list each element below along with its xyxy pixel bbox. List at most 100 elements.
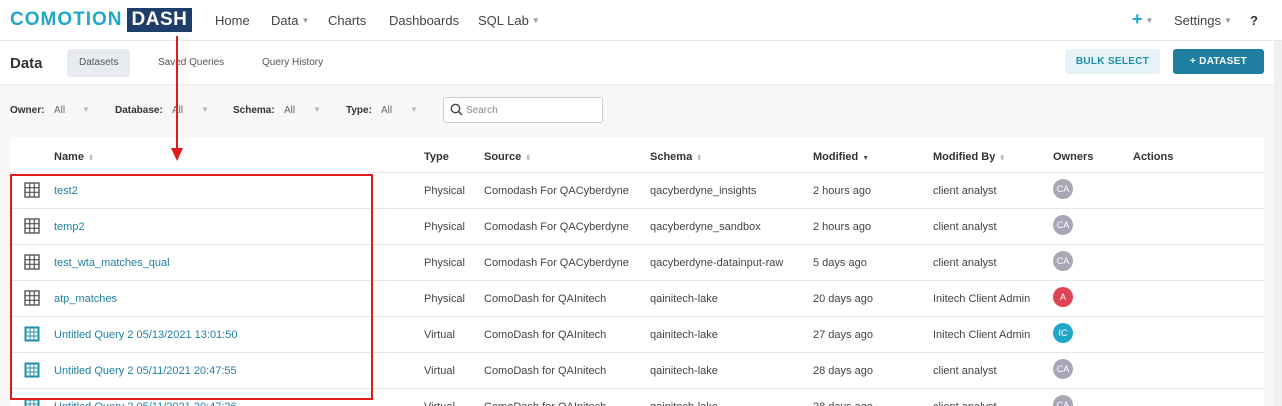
dataset-type: Virtual <box>424 401 455 406</box>
nav-sql-lab-label: SQL Lab <box>478 13 529 28</box>
nav-sql-lab[interactable]: SQL Lab ▼ <box>478 13 540 28</box>
dataset-modified: 2 hours ago <box>813 221 872 233</box>
table-header: Name ⬍ Type Source ⬍ Schema ⬍ Modified ▼ Mod… <box>10 137 1264 173</box>
dataset-modified-by: Initech Client Admin <box>933 329 1031 341</box>
bulk-select-button[interactable]: BULK SELECT <box>1065 49 1160 74</box>
nav-charts-label: Charts <box>328 13 367 28</box>
sort-icon: ⬍ <box>525 155 532 162</box>
column-header-label: Schema <box>650 151 693 163</box>
schema-filter-select[interactable]: All <box>284 105 295 116</box>
sort-icon: ⬍ <box>999 155 1006 162</box>
database-filter-label: Database: <box>115 105 163 116</box>
dataset-schema: qacyberdyne_sandbox <box>650 221 761 233</box>
tab-saved-queries[interactable]: Saved Queries <box>146 49 236 77</box>
owner-avatar[interactable]: CA <box>1053 359 1073 379</box>
dataset-name-link[interactable]: Untitled Query 2 05/11/2021 20:47:26 <box>54 401 237 406</box>
dataset-schema: qainitech-lake <box>650 329 718 341</box>
dataset-modified-by: Initech Client Admin <box>933 293 1031 305</box>
column-header-source[interactable]: Source ⬍ <box>484 151 531 163</box>
sub-header: Data Datasets Saved Queries Query Histor… <box>0 41 1282 85</box>
nav-dashboards[interactable]: Dashboards <box>389 13 459 28</box>
dataset-modified-by: client analyst <box>933 401 997 406</box>
dataset-source: ComoDash for QAInitech <box>484 293 607 305</box>
column-header-label: Source <box>484 151 522 163</box>
dataset-source: Comodash For QACyberdyne <box>484 257 629 269</box>
tab-datasets[interactable]: Datasets <box>67 49 131 77</box>
column-header-actions: Actions <box>1133 151 1174 163</box>
schema-filter-label: Schema: <box>233 105 275 116</box>
sort-icon: ⬍ <box>87 155 94 162</box>
owner-avatar[interactable]: CA <box>1053 179 1073 199</box>
dataset-modified: 28 days ago <box>813 365 873 377</box>
dataset-type: Physical <box>424 185 465 197</box>
new-menu-button[interactable]: + ▼ <box>1132 9 1153 30</box>
dataset-type: Physical <box>424 257 465 269</box>
owner-avatar[interactable]: IC <box>1053 323 1073 343</box>
dataset-source: Comodash For QACyberdyne <box>484 221 629 233</box>
dataset-source: Comodash For QACyberdyne <box>484 185 629 197</box>
chevron-down-icon: ▼ <box>301 16 310 25</box>
dataset-modified: 20 days ago <box>813 293 873 305</box>
sort-icon: ⬍ <box>696 155 703 162</box>
nav-dashboards-label: Dashboards <box>389 13 460 28</box>
dataset-type: Virtual <box>424 365 455 377</box>
type-filter-select[interactable]: All <box>381 105 392 116</box>
dataset-source: ComoDash for QAInitech <box>484 401 606 406</box>
annotation-arrow-icon <box>171 36 183 161</box>
top-navbar: COMOTION DASH Home Data ▼ Charts Dashboar… <box>0 0 1282 41</box>
tab-query-history[interactable]: Query History <box>250 49 335 77</box>
column-header-name[interactable]: Name ⬍ <box>54 151 94 163</box>
plus-icon: + <box>1132 9 1143 29</box>
search-input[interactable] <box>466 102 596 118</box>
annotation-highlight-box <box>10 174 373 400</box>
dataset-schema: qainitech-lake <box>650 401 718 406</box>
owner-avatar[interactable]: CA <box>1053 251 1073 271</box>
help-icon[interactable]: ? <box>1250 13 1258 28</box>
type-filter-label: Type: <box>346 105 372 116</box>
dataset-type: Physical <box>424 221 465 233</box>
chevron-down-icon: ▼ <box>1223 16 1232 25</box>
dataset-modified: 5 days ago <box>813 257 867 269</box>
column-header-type: Type <box>424 151 449 163</box>
search-box[interactable] <box>443 97 603 123</box>
nav-settings[interactable]: Settings ▼ <box>1174 13 1232 28</box>
column-header-owners: Owners <box>1053 151 1094 163</box>
brand-logo-part1: COMOTION <box>10 9 123 30</box>
filter-bar: Owner: All ▼ Database: All ▼ Schema: All… <box>0 85 1282 137</box>
column-header-schema[interactable]: Schema ⬍ <box>650 151 702 163</box>
dataset-modified-by: client analyst <box>933 185 997 197</box>
dataset-modified-by: client analyst <box>933 257 997 269</box>
dataset-modified: 28 days ago <box>813 401 873 406</box>
chevron-down-icon[interactable]: ▼ <box>410 105 418 114</box>
owner-avatar[interactable]: CA <box>1053 395 1073 406</box>
column-header-label: Name <box>54 151 84 163</box>
dataset-modified: 2 hours ago <box>813 185 872 197</box>
dataset-schema: qacyberdyne_insights <box>650 185 757 197</box>
dataset-source: ComoDash for QAInitech <box>484 329 607 341</box>
owner-avatar[interactable]: CA <box>1053 215 1073 235</box>
brand-logo-part2: DASH <box>126 8 193 32</box>
column-header-modified-by[interactable]: Modified By ⬍ <box>933 151 1005 163</box>
nav-settings-label: Settings <box>1174 13 1221 28</box>
owner-avatar[interactable]: A <box>1053 287 1073 307</box>
nav-data[interactable]: Data ▼ <box>271 13 309 28</box>
dataset-type: Virtual <box>424 329 455 341</box>
owner-filter-select[interactable]: All <box>54 105 65 116</box>
dataset-type: Physical <box>424 293 465 305</box>
chevron-down-icon[interactable]: ▼ <box>82 105 90 114</box>
nav-home[interactable]: Home <box>215 13 250 28</box>
dataset-source: ComoDash for QAInitech <box>484 365 607 377</box>
page-scrollbar[interactable] <box>1274 41 1282 406</box>
page-title: Data <box>10 55 43 72</box>
dataset-schema: qacyberdyne-datainput-raw <box>650 257 784 269</box>
chevron-down-icon[interactable]: ▼ <box>313 105 321 114</box>
chevron-down-icon[interactable]: ▼ <box>201 105 209 114</box>
add-dataset-button[interactable]: + DATASET <box>1173 49 1264 74</box>
dataset-modified-by: client analyst <box>933 365 997 377</box>
nav-home-label: Home <box>215 13 250 28</box>
column-header-modified[interactable]: Modified ▼ <box>813 151 869 163</box>
nav-charts[interactable]: Charts <box>328 13 366 28</box>
brand-logo[interactable]: COMOTION DASH <box>10 8 193 32</box>
dataset-modified-by: client analyst <box>933 221 997 233</box>
sort-desc-icon: ▼ <box>862 155 870 162</box>
